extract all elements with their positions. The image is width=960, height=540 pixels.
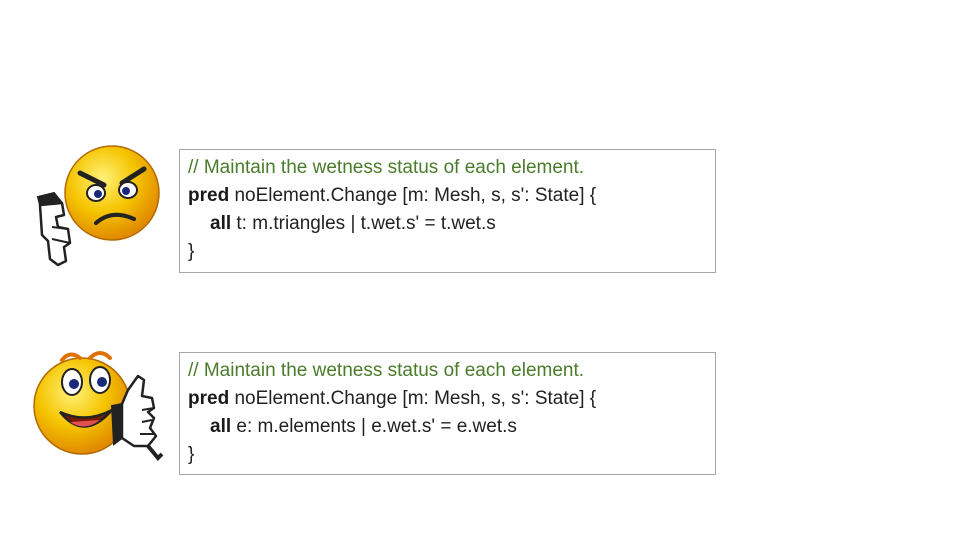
code-comment: // Maintain the wetness status of each e… — [188, 157, 585, 178]
body-text: t: m.triangles | t.wet.s' = t.wet.s — [231, 213, 496, 234]
keyword-pred: pred — [188, 388, 230, 409]
code-comment: // Maintain the wetness status of each e… — [188, 360, 585, 381]
keyword-all: all — [210, 213, 232, 234]
body-text: e: m.elements | e.wet.s' = e.wet.s — [231, 416, 517, 437]
keyword-pred: pred — [188, 185, 230, 206]
signature-text: noElement.Change [m: Mesh, s, s': State]… — [229, 185, 597, 206]
closing-brace: } — [188, 241, 195, 262]
thumbs-up-smiling-smiley-icon — [33, 351, 164, 461]
closing-brace: } — [188, 444, 195, 465]
signature-text: noElement.Change [m: Mesh, s, s': State]… — [229, 388, 597, 409]
predicate-body: all e: m.elements | e.wet.s' = e.wet.s — [188, 413, 715, 441]
thumbs-down-frowning-smiley-icon — [36, 145, 160, 267]
predicate-signature: pred noElement.Change [m: Mesh, s, s': S… — [188, 385, 715, 413]
keyword-all: all — [210, 416, 232, 437]
code-snippet-1: // Maintain the wetness status of each e… — [179, 149, 716, 273]
predicate-body: all t: m.triangles | t.wet.s' = t.wet.s — [188, 210, 715, 238]
predicate-signature: pred noElement.Change [m: Mesh, s, s': S… — [188, 182, 715, 210]
code-snippet-2: // Maintain the wetness status of each e… — [179, 352, 716, 475]
